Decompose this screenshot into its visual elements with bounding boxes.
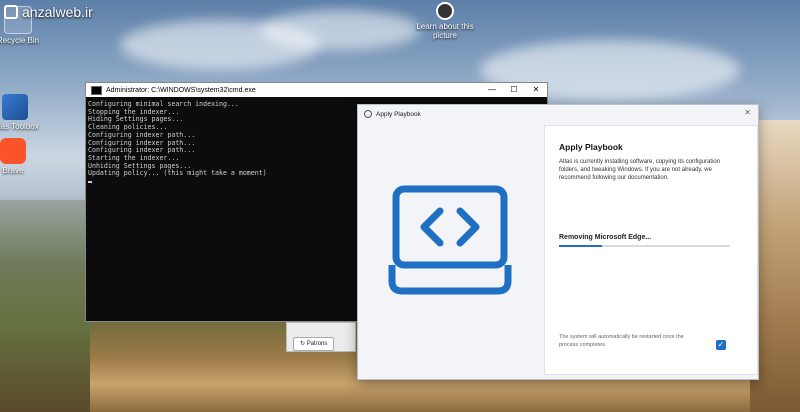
brave-icon [0,138,26,164]
playbook-window[interactable]: Apply Playbook ✕ Apply Playbook Atlas is… [357,104,759,380]
cmd-titlebar[interactable]: Administrator: C:\WINDOWS\system32\cmd.e… [86,83,547,97]
atlas-toolbox-icon [2,94,28,120]
patrons-button[interactable]: ↻ Patrons [293,337,335,351]
atlas-logo-icon [364,110,372,118]
desktop-icon-label: Learn about this picture [416,22,474,40]
desktop-icon-atlas-toolbox[interactable]: Atlas Toolbox [0,94,45,131]
landscape-left [0,200,90,412]
desktop-icon-label: Brave [2,166,24,175]
desktop-icon-label: Recycle Bin [0,36,40,45]
camera-icon [436,2,454,20]
close-button[interactable]: ✕ [525,83,547,97]
maximize-button[interactable]: ☐ [503,83,525,97]
laptop-code-icon [388,185,512,295]
cloud [260,10,420,50]
panel-heading: Apply Playbook [559,142,623,152]
desktop-icon-label: Atlas Toolbox [0,122,39,131]
current-step: Removing Microsoft Edge... [559,234,652,241]
desktop-icon-brave[interactable]: Brave [0,138,43,175]
patrons-label: Patrons [306,341,328,347]
progress-panel: Apply Playbook Atlas is currently instal… [544,125,758,375]
playbook-window-title: Apply Playbook [376,110,421,118]
cmd-title: Administrator: C:\WINDOWS\system32\cmd.e… [106,86,256,94]
desktop-icon-recycle-bin[interactable]: Recycle Bin [0,6,48,45]
panel-description: Atlas is currently installing software, … [559,159,721,181]
recycle-bin-icon [4,6,32,34]
close-button[interactable]: ✕ [744,108,751,117]
restart-note: The system will automatically be restart… [559,334,684,348]
minimize-button[interactable]: — [481,83,503,97]
console-cursor [88,181,92,184]
progress-bar [559,245,730,247]
progress-bar-fill [559,245,602,247]
cmd-icon [91,85,102,95]
desktop-icon-learn-about-picture[interactable]: Learn about this picture [415,2,475,40]
playbook-titlebar[interactable]: Apply Playbook ✕ [358,105,758,123]
restart-checkbox[interactable]: ✓ [716,340,726,350]
background-window: ↻ Patrons [286,322,356,352]
